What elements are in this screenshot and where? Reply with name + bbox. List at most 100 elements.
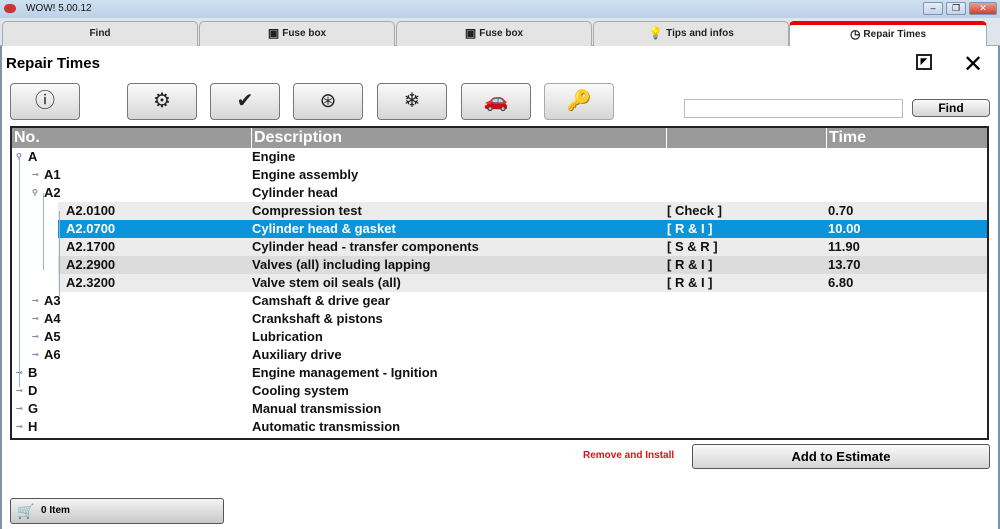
restore-button[interactable]: ❐ (946, 2, 966, 15)
cell-desc: Automatic transmission (252, 419, 401, 434)
cell-no: D (28, 383, 38, 398)
cell-time: 6.80 (828, 275, 854, 290)
column-header-description[interactable]: Description (252, 128, 667, 148)
table-header: No. Description Time (12, 128, 987, 148)
collapse-toggle-icon[interactable]: ⚲ (32, 184, 38, 202)
table-row[interactable]: A2.0100 Compression test [ Check ] 0.70 (12, 202, 987, 220)
cell-desc: Engine (252, 149, 296, 164)
table-row[interactable]: A2.1700 Cylinder head - transfer componen… (12, 238, 987, 256)
cell-desc: Crankshaft & pistons (252, 311, 383, 326)
table-row[interactable]: ⊸ A5 Lubrication (12, 328, 987, 346)
cell-no: A2.1700 (66, 239, 116, 254)
title-bar: WOW! 5.00.12 – ❐ ✕ (0, 0, 1000, 18)
table-row[interactable]: ⊸ A1 Engine assembly (12, 166, 987, 184)
add-to-estimate-button[interactable]: Add to Estimate (692, 444, 990, 469)
engine-button[interactable]: ⚙ (127, 83, 197, 120)
close-icon[interactable]: ✕ (963, 50, 983, 79)
tab-tips-and-infos[interactable]: 💡 Tips and infos (593, 21, 789, 46)
cell-desc: Valve stem oil seals (all) (252, 275, 401, 290)
page-title: Repair Times (6, 55, 100, 72)
cell-desc: Auxiliary drive (252, 347, 342, 362)
table-row[interactable]: ⊸ A6 Auxiliary drive (12, 346, 987, 364)
cart-label: 0 Item (41, 505, 70, 516)
expand-toggle-icon[interactable]: ⊸ (32, 310, 39, 328)
expand-toggle-icon[interactable]: ⊸ (32, 166, 39, 184)
cart-icon: 🛒 (17, 503, 35, 519)
fuse-box-icon: ▣ (267, 26, 280, 40)
tab-fuse-box-2[interactable]: ▣ Fuse box (396, 21, 592, 46)
engine-management-button[interactable]: ✔ (210, 83, 280, 120)
cell-no: A2.3200 (66, 275, 116, 290)
engine-management-icon: ✔ (236, 90, 254, 112)
window-title: WOW! 5.00.12 (26, 3, 92, 14)
find-button[interactable]: Find (912, 99, 990, 117)
column-header-operation[interactable] (667, 128, 827, 148)
table-row[interactable]: ⊸ G Manual transmission (12, 400, 987, 418)
tab-label: Tips and infos (666, 28, 734, 40)
cell-no: A2.0100 (66, 203, 116, 218)
tab-label: Fuse box (282, 28, 327, 40)
expand-toggle-icon[interactable]: ⊸ (32, 292, 39, 310)
app-logo-icon (4, 4, 16, 13)
cell-desc: Valves (all) including lapping (252, 257, 431, 272)
search-input[interactable] (684, 99, 903, 118)
tree-line (43, 193, 44, 270)
cell-desc: Lubrication (252, 329, 323, 344)
table-row[interactable]: ⊸BEngine management - Ignition (12, 364, 987, 382)
cell-time: 10.00 (828, 221, 861, 236)
cell-desc: Manual transmission (252, 401, 382, 416)
key-icon: 🔑 (566, 90, 592, 112)
column-header-no[interactable]: No. (12, 128, 252, 148)
cell-op: [ R & I ] (667, 221, 713, 236)
table-row[interactable]: ⊸ A3 Camshaft & drive gear (12, 292, 987, 310)
tree-line (59, 211, 60, 296)
column-header-time[interactable]: Time (827, 128, 987, 148)
close-window-button[interactable]: ✕ (969, 2, 997, 15)
tab-find[interactable]: Find (2, 21, 198, 46)
cell-desc: Camshaft & drive gear (252, 293, 390, 308)
table-row[interactable]: ⊸ H Automatic transmission (12, 418, 987, 436)
clock-icon: ◷ (849, 27, 861, 41)
cell-desc: Compression test (252, 203, 362, 218)
table-row[interactable]: ⊸ A4 Crankshaft & pistons (12, 310, 987, 328)
info-button[interactable]: ⓘ (10, 83, 80, 120)
table-row[interactable]: ⚲ A2 Cylinder head (12, 184, 987, 202)
expand-toggle-icon[interactable]: ⊸ (32, 346, 39, 364)
cell-no: A1 (44, 167, 61, 182)
expand-toggle-icon[interactable]: ⊸ (32, 328, 39, 346)
cell-no: A2.0700 (66, 221, 116, 236)
fuse-box-icon: ▣ (464, 26, 477, 40)
cell-no: A5 (44, 329, 61, 344)
expand-toggle-icon[interactable]: ⊸ (16, 400, 23, 418)
cell-op: [ S & R ] (667, 239, 718, 254)
cart-button[interactable]: 🛒 0 Item (10, 498, 224, 524)
key-button[interactable]: 🔑 (544, 83, 614, 120)
table-row[interactable]: A2.0700 Cylinder head & gasket [ R & I ] 10… (12, 220, 987, 238)
cell-desc: Cylinder head - transfer components (252, 239, 479, 254)
table-row[interactable]: ⚲AEngine (12, 148, 987, 166)
cell-no: A6 (44, 347, 61, 362)
info-icon: ⓘ (35, 90, 55, 112)
cell-desc: Engine assembly (252, 167, 359, 182)
tab-repair-times[interactable]: ◷ Repair Times (789, 21, 987, 46)
tab-fuse-box-1[interactable]: ▣ Fuse box (199, 21, 395, 46)
steering-button[interactable]: ⊛ (293, 83, 363, 120)
popout-icon[interactable]: ◤ (916, 54, 932, 70)
expand-toggle-icon[interactable]: ⊸ (16, 418, 23, 436)
body-button[interactable]: 🚗 (461, 83, 531, 120)
air-conditioning-button[interactable]: ❄ (377, 83, 447, 120)
tab-bar: Find ▣ Fuse box ▣ Fuse box 💡 Tips and infos… (0, 18, 1000, 46)
cell-op: [ R & I ] (667, 257, 713, 272)
cell-time: 13.70 (828, 257, 861, 272)
lightbulb-icon: 💡 (648, 26, 664, 40)
engine-icon: ⚙ (153, 90, 171, 112)
table-row[interactable]: A2.2900 Valves (all) including lapping [ R… (12, 256, 987, 274)
cell-no: B (28, 365, 38, 380)
table-row[interactable]: A2.3200 Valve stem oil seals (all) [ R & I… (12, 274, 987, 292)
table-row[interactable]: ⊸ D Cooling system (12, 382, 987, 400)
tab-label: Find (89, 28, 111, 39)
minimize-button[interactable]: – (923, 2, 943, 15)
cell-desc: Cooling system (252, 383, 349, 398)
cell-op: [ R & I ] (667, 275, 713, 290)
cell-desc: Cylinder head (252, 185, 338, 200)
